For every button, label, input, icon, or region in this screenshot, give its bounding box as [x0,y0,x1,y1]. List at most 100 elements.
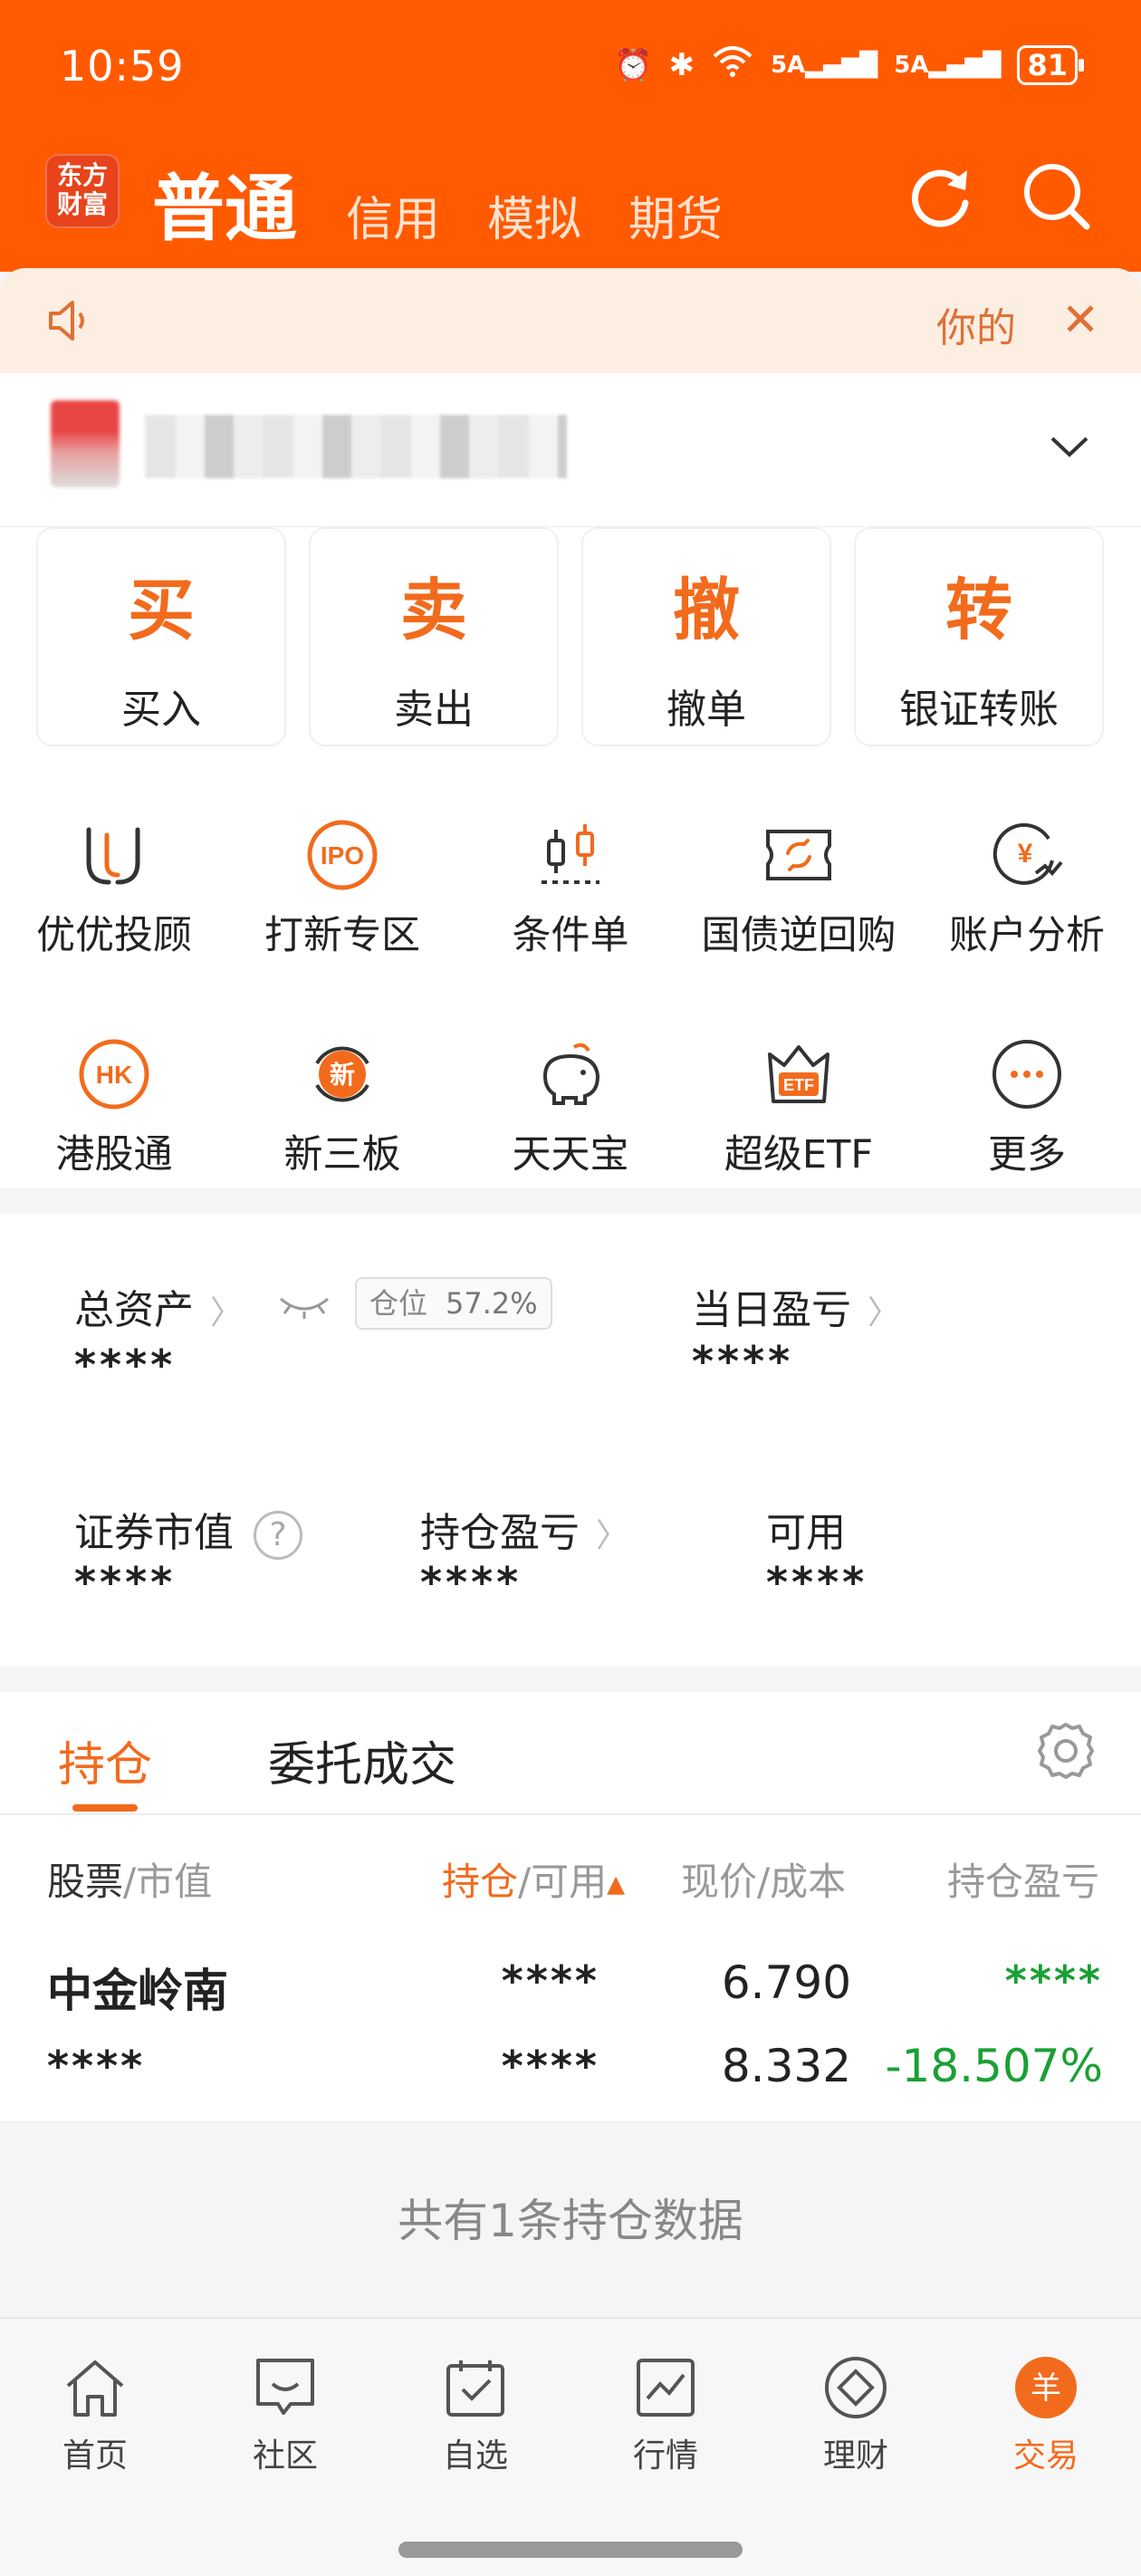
community-icon [256,2359,314,2415]
grid-item-more[interactable]: 更多 [913,1036,1141,1179]
daily-pl-link[interactable]: 当日盈亏〉 [692,1277,900,1335]
home-indicator[interactable] [398,2542,743,2558]
yuan-chart-icon: ¥ [992,822,1063,885]
available-value: **** [766,1558,868,1607]
divider [0,1813,1141,1815]
alarm-icon: ⏰ [614,46,653,83]
holdings-count: 共有1条持仓数据 [0,2121,1141,2317]
search-icon[interactable] [1018,158,1094,234]
bottom-nav: 首页 社区 自选 行情 理财 羊 交易 [0,2317,1141,2576]
speaker-icon [49,301,84,341]
nav-community[interactable]: 社区 [190,2353,380,2476]
tab-orders-trades[interactable]: 委托成交 [268,1726,456,1794]
market-icon [637,2359,695,2417]
battery-icon: 81 [1017,44,1084,85]
col-position-sort[interactable]: 持仓/可用▲ [442,1851,625,1907]
new-board-icon: 新 [315,1046,369,1102]
status-icons: ⏰ ✱ 5A▂▄▆█ 5A▂▄▆█ 81 [614,43,1084,86]
svg-text:HK: HK [96,1061,132,1089]
grid-item-account-analysis[interactable]: ¥ 账户分析 [913,817,1141,960]
grid-item-reverse-repo[interactable]: 国债逆回购 [685,817,913,960]
asset-summary: 总资产〉 仓位 57.2% **** 当日盈亏〉 **** 证券市值? **** … [0,1214,1141,1667]
app-logo: 东方 财富 [45,154,120,228]
signal-icon-1: 5A▂▄▆█ [771,51,878,79]
grid-item-tiantianbao[interactable]: 天天宝 [456,1036,685,1179]
hk-icon: HK [79,1039,149,1110]
home-icon [66,2360,124,2417]
grid-item-new-third-board[interactable]: 新 新三板 [228,1036,456,1179]
tab-normal[interactable]: 普通 [152,150,297,255]
market-value: **** [47,2042,146,2091]
avatar [51,400,120,487]
grid-item-hk-connect[interactable]: HK 港股通 [0,1036,228,1179]
stock-name: 中金岭南 [47,1965,228,2017]
trade-icon: 羊 [1015,2357,1077,2418]
holding-pl-link[interactable]: 持仓盈亏〉 [420,1500,628,1558]
close-icon[interactable]: ✕ [1061,293,1099,346]
cost-price: 8.332 [721,2040,851,2092]
col-price-cost: 现价/成本 [681,1860,847,1904]
app-header: 10:59 ⏰ ✱ 5A▂▄▆█ 5A▂▄▆█ 81 东方 财富 普通 信用 模… [0,0,1141,272]
total-assets-link[interactable]: 总资产〉 [74,1277,243,1335]
bank-transfer-button[interactable]: 转 银证转账 [854,527,1104,746]
nav-market[interactable]: 行情 [570,2353,761,2476]
wealth-icon [825,2357,887,2418]
notice-bar[interactable]: 你的 ✕ [0,268,1141,373]
grid-item-super-etf[interactable]: ETF 超级ETF [685,1036,913,1179]
grid-item-conditional-order[interactable]: 条件单 [456,817,685,960]
nav-wealth[interactable]: 理财 [761,2353,951,2476]
feature-grid: 优优投顾 IPO 打新专区 条件单 国债逆回购 ¥ 账户分析 HK 港股通 新 … [0,777,1141,1188]
holding-pl-pct: -18.507% [885,2040,1103,2092]
account-selector[interactable] [0,373,1141,527]
holdings-panel: 持仓 委托成交 股票/市值 持仓/可用▲ 现价/成本 持仓盈亏 中金岭南 ***… [0,1692,1141,2121]
grid-item-ipo[interactable]: IPO 打新专区 [228,817,456,960]
available-label: 可用 [766,1510,846,1556]
holding-pl-value: **** [420,1558,523,1607]
svg-text:¥: ¥ [1018,839,1033,869]
cancel-order-button[interactable]: 撤 撤单 [581,527,831,746]
more-icon [992,1040,1061,1109]
candlestick-icon [542,824,599,884]
col-pl: 持仓盈亏 [946,1860,1099,1904]
youyou-icon [86,827,140,885]
account-name-masked [145,415,567,478]
svg-text:新: 新 [330,1060,355,1090]
gear-icon[interactable] [1034,1719,1098,1783]
nav-home[interactable]: 首页 [0,2353,190,2476]
notice-text: 你的 [936,305,1016,351]
tab-holdings[interactable]: 持仓 [58,1726,152,1794]
holding-pl: **** [1004,1956,1103,2005]
nav-watchlist[interactable]: 自选 [380,2353,570,2476]
watchlist-icon [446,2360,504,2417]
trade-actions: 买 买入 卖 卖出 撤 撤单 转 银证转账 [0,527,1141,777]
col-stock: 股票/市值 [47,1860,213,1904]
help-icon[interactable]: ? [254,1511,302,1560]
current-price: 6.790 [721,1956,851,2009]
ipo-icon: IPO [307,820,378,890]
securities-value: **** [74,1558,177,1607]
sell-button[interactable]: 卖 卖出 [309,527,559,746]
svg-text:羊: 羊 [1031,2370,1061,2407]
nav-trade[interactable]: 羊 交易 [951,2353,1141,2476]
tab-credit[interactable]: 信用 [346,181,440,249]
signal-icon-2: 5A▂▄▆█ [894,51,1002,79]
svg-text:ETF: ETF [783,1076,814,1094]
position-ratio-badge: 仓位 57.2% [355,1277,552,1330]
chevron-down-icon[interactable] [1047,424,1092,469]
tab-futures[interactable]: 期货 [628,181,723,249]
daily-pl-value: **** [692,1337,794,1386]
tab-simulated[interactable]: 模拟 [487,181,581,249]
buy-button[interactable]: 买 买入 [36,527,286,746]
refresh-icon[interactable] [902,158,978,234]
bluetooth-icon: ✱ [668,46,695,83]
available-qty: **** [501,2042,599,2091]
svg-text:IPO: IPO [321,841,364,870]
eye-closed-icon[interactable] [277,1292,331,1319]
securities-value-label: 证券市值? [74,1500,302,1560]
etf-crown-icon: ETF [768,1045,829,1103]
wifi-icon [711,43,754,86]
status-time: 10:59 [60,42,185,91]
piggy-bank-icon [542,1043,600,1105]
position-value: **** [501,1956,599,2005]
grid-item-youyou[interactable]: 优优投顾 [0,817,228,960]
